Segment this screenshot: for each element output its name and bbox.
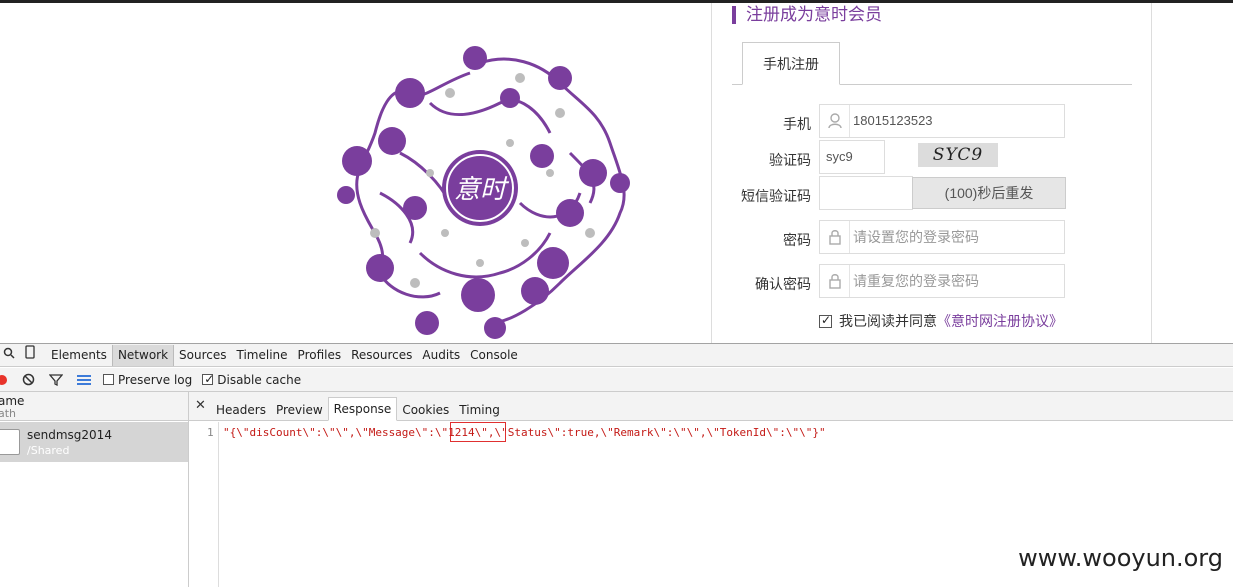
disable-cache-label: Disable cache <box>217 372 302 387</box>
tab-timeline[interactable]: Timeline <box>232 345 293 366</box>
confirm-password-field[interactable]: 请重复您的登录密码 <box>819 264 1065 298</box>
sms-code-label: 短信验证码 <box>741 188 811 204</box>
tab-preview[interactable]: Preview <box>271 399 328 421</box>
list-view-icon[interactable] <box>77 374 91 386</box>
devtools-tab-bar: Elements Network Sources Timeline Profil… <box>0 344 1233 367</box>
preserve-log-toggle[interactable]: Preserve log <box>103 373 192 387</box>
disable-cache-toggle[interactable]: Disable cache <box>202 372 302 387</box>
agreement-link[interactable]: 《意时网注册协议》 <box>937 311 1063 331</box>
search-icon[interactable] <box>0 345 20 366</box>
agreement-row: 我已阅读并同意 《意时网注册协议》 <box>819 311 1063 331</box>
device-mode-icon[interactable] <box>20 344 40 366</box>
line-gutter: 1 <box>189 422 219 587</box>
tab-elements[interactable]: Elements <box>46 345 112 366</box>
watermark: www.wooyun.org <box>1018 544 1223 572</box>
confirm-password-label: 确认密码 <box>755 276 811 292</box>
site-logo-illustration: 意时 <box>320 33 650 343</box>
tab-profiles[interactable]: Profiles <box>293 345 347 366</box>
close-icon[interactable]: ✕ <box>195 398 206 413</box>
captcha-field[interactable]: syc9 <box>819 140 885 174</box>
tab-audits[interactable]: Audits <box>417 345 465 366</box>
clear-icon[interactable] <box>22 373 35 386</box>
filter-icon[interactable] <box>49 373 63 386</box>
request-name: sendmsg2014 <box>27 428 112 442</box>
line-number: 1 <box>207 426 214 439</box>
tab-resources[interactable]: Resources <box>346 345 417 366</box>
password-placeholder: 请设置您的登录密码 <box>853 229 979 245</box>
lock-icon <box>820 221 850 253</box>
resend-sms-button[interactable]: (100)秒后重发 <box>912 177 1066 209</box>
register-title: 注册成为意时会员 <box>732 6 882 24</box>
register-panel: 注册成为意时会员 手机注册 手机 18015123523 验证码 syc9 SY… <box>711 3 1152 343</box>
request-path: /Shared <box>27 444 70 457</box>
user-icon <box>820 105 850 137</box>
agree-checkbox[interactable] <box>819 313 832 328</box>
record-icon[interactable] <box>0 374 8 386</box>
request-row[interactable]: sendmsg2014 /Shared <box>0 422 188 462</box>
disable-cache-checkbox[interactable] <box>202 372 214 386</box>
svg-text:意时: 意时 <box>454 175 510 205</box>
captcha-label: 验证码 <box>769 152 811 168</box>
document-icon <box>0 429 20 455</box>
preserve-log-label: Preserve log <box>118 372 193 387</box>
agree-text: 我已阅读并同意 <box>839 313 937 329</box>
tab-headers[interactable]: Headers <box>211 399 271 421</box>
tab-timing[interactable]: Timing <box>454 399 505 421</box>
preserve-log-checkbox[interactable] <box>103 374 114 385</box>
lock-icon <box>820 265 850 297</box>
request-detail-tabs: ✕ Headers Preview Response Cookies Timin… <box>189 392 1233 421</box>
network-toolbar: Preserve log Disable cache <box>0 368 1233 392</box>
name-column-header[interactable]: ame <box>0 394 24 408</box>
phone-label: 手机 <box>783 116 811 132</box>
request-list-header: ame ath <box>0 392 188 421</box>
tab-cookies[interactable]: Cookies <box>397 399 454 421</box>
password-label: 密码 <box>783 232 811 248</box>
confirm-password-placeholder: 请重复您的登录密码 <box>853 273 979 289</box>
phone-value: 18015123523 <box>853 113 933 128</box>
devtools-panel: Elements Network Sources Timeline Profil… <box>0 343 1233 587</box>
tab-response[interactable]: Response <box>327 397 398 421</box>
tab-phone-register[interactable]: 手机注册 <box>742 42 840 85</box>
request-list: ame ath sendmsg2014 /Shared <box>0 392 189 587</box>
sms-code-field[interactable] <box>819 176 913 210</box>
phone-field[interactable]: 18015123523 <box>819 104 1065 138</box>
password-field[interactable]: 请设置您的登录密码 <box>819 220 1065 254</box>
captcha-image[interactable]: SYC9 <box>918 143 998 167</box>
path-column-header: ath <box>0 407 17 420</box>
response-body: "{\"disCount\":\"\",\"Message\":\"1214\"… <box>223 426 826 439</box>
tab-console[interactable]: Console <box>465 345 523 366</box>
captcha-value: syc9 <box>826 149 853 164</box>
tab-network[interactable]: Network <box>111 344 175 366</box>
tab-sources[interactable]: Sources <box>174 345 231 366</box>
web-page: 意时 注册成为意时会员 手机注册 手机 18015123523 验证码 syc9… <box>0 3 1233 343</box>
